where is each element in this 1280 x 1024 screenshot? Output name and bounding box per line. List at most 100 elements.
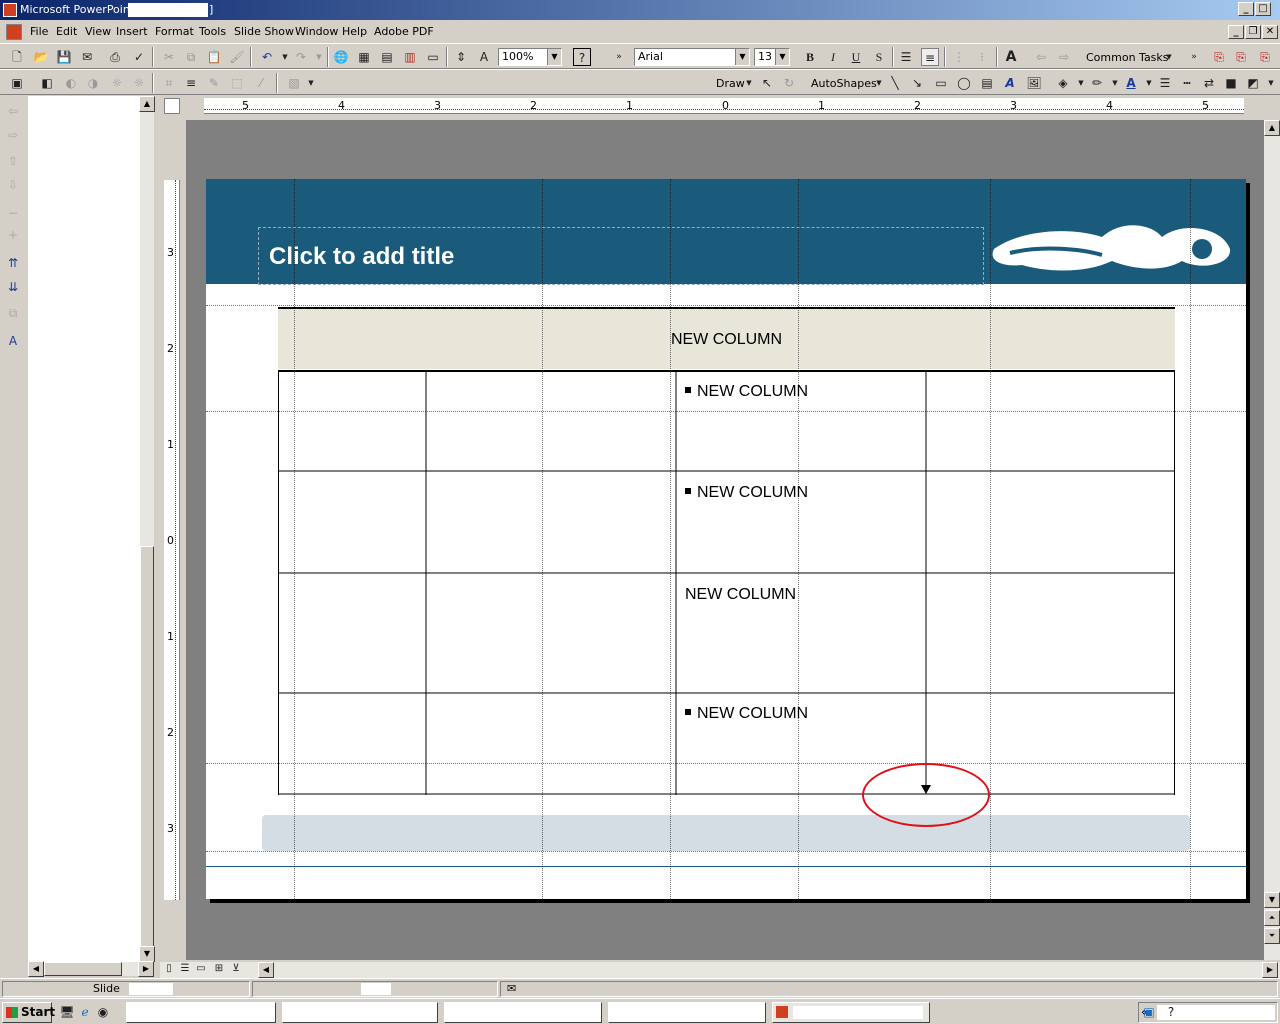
menu-insert[interactable]: Insert [116,25,148,38]
3d-style-icon[interactable]: ◩ [1244,74,1262,92]
tray-app-icon[interactable]: ▣ [1140,1003,1158,1021]
increase-font-size-icon[interactable]: A [1002,48,1020,66]
maximize-button[interactable]: □ [1255,2,1271,16]
demote-icon[interactable]: ⇨ [1055,48,1073,66]
spelling-status-icon[interactable]: ✉ [507,982,516,996]
document-icon[interactable] [6,24,22,40]
fill-color-icon[interactable]: ◈ [1054,74,1072,92]
toolbar-options-icon[interactable]: » [1185,48,1203,66]
outline-hscroll-thumb[interactable] [44,962,122,976]
menu-view[interactable]: View [85,25,111,38]
clip-art-icon[interactable]: 🖼 [1025,74,1043,92]
scroll-left-icon[interactable]: ◀ [258,962,274,978]
autoshapes-menu-button[interactable]: AutoShapes [811,77,877,90]
scroll-down-icon[interactable]: ▼ [1264,892,1280,908]
print-icon[interactable]: ⎙ [106,48,124,66]
outline-vertical-scrollbar[interactable]: ▲ ▼ [139,96,155,962]
expand-all-icon[interactable]: ⇕ [452,48,470,66]
minimize-button[interactable]: _ [1238,2,1254,16]
bold-button[interactable]: B [801,48,819,66]
guide-line[interactable] [990,179,991,899]
image-control-icon[interactable]: ◧ [38,74,56,92]
guide-line[interactable] [670,179,671,899]
arrow-style-icon[interactable]: ⇄ [1200,74,1218,92]
chevron-down-icon[interactable]: ▼ [547,49,561,65]
menu-edit[interactable]: Edit [56,25,77,38]
scroll-down-icon[interactable]: ▼ [139,946,155,962]
tables-borders-icon[interactable]: ▦ [355,48,373,66]
scroll-up-icon[interactable]: ▲ [139,96,155,112]
taskbar-window-button[interactable] [608,1002,766,1023]
numbering-icon[interactable]: ⋮ [950,48,968,66]
oval-icon[interactable]: ◯ [955,74,973,92]
guide-line[interactable] [542,179,543,899]
doc-close-button[interactable]: ✕ [1262,25,1278,39]
underline-button[interactable]: U [847,48,865,66]
redo-dropdown-icon[interactable]: ▼ [310,48,328,66]
powerpoint-app-icon[interactable] [3,3,17,17]
expand-all-icon[interactable]: ⇊ [4,278,22,296]
help-icon[interactable]: ? [573,48,591,66]
title-bar[interactable]: Microsoft PowerPoint - [ ] _ □ [0,0,1280,20]
set-transparent-icon[interactable]: ⁄ [252,74,270,92]
outline-pane[interactable] [28,96,140,962]
taskbar-powerpoint-button[interactable] [772,1002,930,1023]
insert-table-icon[interactable]: ▤ [378,48,396,66]
common-tasks-dropdown-icon[interactable]: ▼ [1160,48,1178,66]
guide-line[interactable] [206,305,1246,306]
ie-icon[interactable]: ℯ [76,1003,94,1021]
slide-horizontal-scrollbar[interactable]: ◀ ▶ [160,962,1280,978]
redo-icon[interactable]: ↷ [292,48,310,66]
zoom-select[interactable]: 100% ▼ [498,48,562,66]
rectangle-icon[interactable]: ▭ [932,74,950,92]
email-icon[interactable]: ✉ [78,48,96,66]
quick-launch-icon[interactable]: ◉ [94,1003,112,1021]
table-cell[interactable]: NEW COLUMN [685,586,796,604]
format-picture-icon[interactable]: ⬚ [228,74,246,92]
line-style-icon[interactable]: ≡ [182,74,200,92]
guide-line[interactable] [206,411,1246,412]
table-cell[interactable]: NEW COLUMN [685,383,808,401]
demote-icon[interactable]: ⇨ [4,126,22,144]
scroll-left-icon[interactable]: ◀ [28,961,44,977]
reset-picture-dropdown-icon[interactable]: ▼ [302,74,320,92]
undo-icon[interactable]: ↶ [258,48,276,66]
taskbar-window-button[interactable] [126,1002,276,1023]
outline-horizontal-scrollbar[interactable]: ◀ ▶ [28,961,154,977]
guide-line[interactable] [1190,179,1191,899]
expand-icon[interactable]: + [4,226,22,244]
scroll-right-icon[interactable]: ▶ [138,961,154,977]
guide-line[interactable] [294,179,295,899]
insert-chart-icon[interactable]: ▥ [401,48,419,66]
free-rotate-icon[interactable]: ↻ [780,74,798,92]
wordart-icon[interactable]: A [1001,74,1019,92]
pdf-review-icon[interactable]: ⎘ [1256,48,1274,66]
font-size-select[interactable]: 13 ▼ [754,48,790,66]
shadow-style-icon[interactable]: ■ [1222,74,1240,92]
collapse-all-icon[interactable]: ⇈ [4,254,22,272]
line-icon[interactable]: ╲ [886,74,904,92]
menu-window[interactable]: Window [295,25,338,38]
menu-slide-show[interactable]: Slide Show [234,25,294,38]
format-painter-icon[interactable]: 🖌 [228,48,246,66]
menu-format[interactable]: Format [155,25,194,38]
move-down-icon[interactable]: ⇩ [4,176,22,194]
title-placeholder[interactable]: Click to add title [258,227,984,285]
previous-slide-icon[interactable]: ⏶ [1264,910,1280,926]
toolbar-options-icon[interactable]: » [610,48,628,66]
taskbar-window-button[interactable] [444,1002,602,1023]
slide-vertical-scrollbar[interactable]: ▲ ▼ ⏶ ⏷ [1264,120,1280,960]
more-brightness-icon[interactable]: ☼ [108,74,126,92]
pdf-email-icon[interactable]: ⎘ [1232,48,1250,66]
summary-slide-icon[interactable]: ⧉ [4,304,22,322]
convert-to-pdf-icon[interactable]: ⎘ [1210,48,1228,66]
3d-style-dropdown-icon[interactable]: ▼ [1262,74,1280,92]
show-formatting-icon[interactable]: A [4,332,22,350]
chevron-down-icon[interactable]: ▼ [735,49,749,65]
new-icon[interactable]: 🗋 [8,48,26,66]
crop-icon[interactable]: ⌗ [160,74,178,92]
scroll-right-icon[interactable]: ▶ [1262,962,1278,978]
align-center-icon[interactable]: ≡ [921,48,939,66]
slide-show-icon[interactable]: ⊻ [227,960,245,978]
menu-adobe-pdf[interactable]: Adobe PDF [374,25,434,38]
